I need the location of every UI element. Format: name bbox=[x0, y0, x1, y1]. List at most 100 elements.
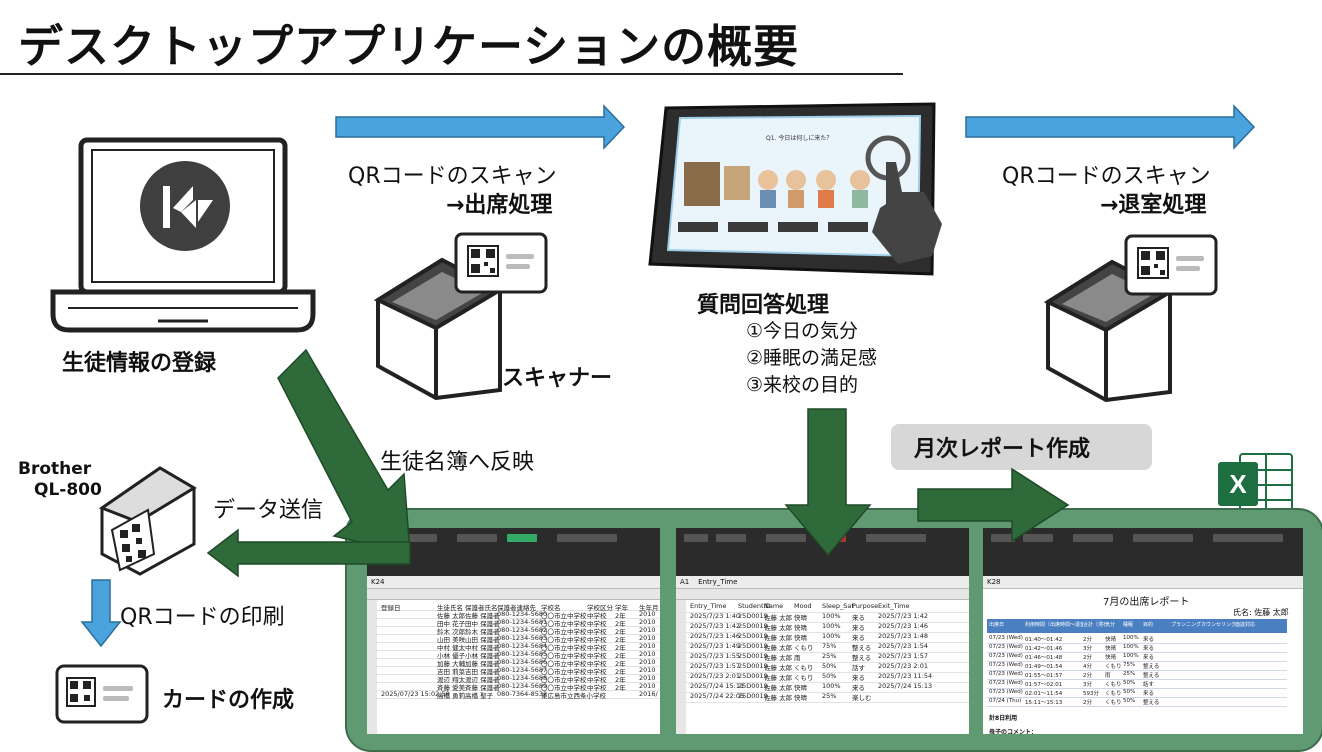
table-cell[interactable]: 2025/7/23 1:42 bbox=[690, 622, 740, 630]
table-cell[interactable]: 2年 bbox=[615, 682, 626, 692]
table-cell[interactable]: 02:01～11:54 bbox=[1025, 689, 1062, 697]
table-cell[interactable]: 2010 bbox=[639, 682, 656, 690]
table-cell[interactable]: 高橋 聖子 bbox=[465, 690, 493, 700]
table-cell[interactable]: 50% bbox=[1123, 698, 1135, 704]
table-cell[interactable]: 快晴 bbox=[794, 692, 807, 702]
table-cell[interactable]: 01:40～01:42 bbox=[1025, 635, 1062, 643]
column-header[interactable]: 睡眠 bbox=[1123, 621, 1143, 628]
column-header[interactable]: 出席日 bbox=[989, 621, 1025, 628]
column-header[interactable]: 登録日 bbox=[381, 602, 401, 612]
table-cell[interactable]: 雨 bbox=[794, 652, 801, 662]
table-cell[interactable]: 50% bbox=[1123, 680, 1135, 686]
table-cell[interactable]: 2025/7/23 2:01 bbox=[690, 672, 740, 680]
table-cell[interactable]: 佐藤 太郎 bbox=[764, 692, 792, 702]
table-cell[interactable]: 整える bbox=[852, 652, 871, 662]
table-cell[interactable]: 来る bbox=[852, 672, 865, 682]
table-cell[interactable]: 来る bbox=[1143, 635, 1154, 643]
column-header[interactable]: カウンセリング bbox=[1201, 621, 1235, 628]
table-cell[interactable]: 07/23 (Wed) bbox=[989, 653, 1023, 659]
table-cell[interactable]: 来る bbox=[1143, 653, 1154, 661]
table-cell[interactable]: 佐藤 太郎 bbox=[764, 632, 792, 642]
table-cell[interactable]: 佐藤 太郎 bbox=[764, 662, 792, 672]
table-cell[interactable]: 2025/7/23 1:40 bbox=[690, 612, 740, 620]
table-cell[interactable]: 100% bbox=[822, 632, 841, 640]
table-cell[interactable]: 快晴 bbox=[794, 682, 807, 692]
table-cell[interactable]: 080-1234-5688 bbox=[497, 674, 547, 682]
table-cell[interactable]: 2分 bbox=[1083, 653, 1092, 661]
table-cell[interactable]: 100% bbox=[822, 612, 841, 620]
table-cell[interactable]: 雨 bbox=[1105, 671, 1111, 679]
table-cell[interactable]: 2010 bbox=[639, 674, 656, 682]
table-cell[interactable]: 話す bbox=[852, 662, 865, 672]
table-cell[interactable]: くもり bbox=[1105, 698, 1122, 706]
table-cell[interactable]: くもり bbox=[794, 662, 814, 672]
table-cell[interactable]: 来る bbox=[852, 622, 865, 632]
table-cell[interactable]: くもり bbox=[1105, 662, 1122, 670]
table-cell[interactable]: 快晴 bbox=[794, 632, 807, 642]
table-cell[interactable]: 01:49～01:54 bbox=[1025, 662, 1062, 670]
table-cell[interactable]: 080-1234-5689 bbox=[497, 682, 547, 690]
table-cell[interactable]: 100% bbox=[822, 622, 841, 630]
table-cell[interactable]: 50% bbox=[822, 672, 836, 680]
table-cell[interactable]: 25% bbox=[822, 692, 836, 700]
table-cell[interactable]: 来る bbox=[1143, 644, 1154, 652]
cell-ref[interactable]: K24 bbox=[371, 578, 385, 586]
table-cell[interactable]: 佐藤 太郎 bbox=[764, 672, 792, 682]
table-cell[interactable]: くもり bbox=[794, 642, 814, 652]
table-cell[interactable]: 2025/7/24 22:05 bbox=[690, 692, 744, 700]
table-cell[interactable]: 2025/7/23 1:46 bbox=[690, 632, 740, 640]
table-cell[interactable]: 2025/7/23 11:54 bbox=[878, 672, 932, 680]
column-header[interactable]: Name bbox=[764, 602, 783, 610]
table-cell[interactable]: 01:57～02:01 bbox=[1025, 680, 1062, 688]
table-cell[interactable]: 2010 bbox=[639, 666, 656, 674]
table-cell[interactable]: くもり bbox=[1105, 680, 1122, 688]
table-cell[interactable]: 2分 bbox=[1083, 671, 1092, 679]
table-cell[interactable]: 080-1234-5686 bbox=[497, 658, 547, 666]
table-cell[interactable]: 佐藤 太郎 bbox=[764, 682, 792, 692]
column-header[interactable]: 気分 bbox=[1105, 621, 1123, 628]
table-cell[interactable]: 2010 bbox=[639, 610, 656, 618]
column-header[interactable]: Exit_Time bbox=[878, 602, 909, 610]
table-cell[interactable]: 快晴 bbox=[1105, 653, 1116, 661]
table-cell[interactable]: 2025/7/23 1:54 bbox=[878, 642, 928, 650]
table-cell[interactable]: 100% bbox=[822, 682, 841, 690]
formula-value[interactable]: Entry_Time bbox=[698, 578, 737, 586]
table-cell[interactable]: 100% bbox=[1123, 653, 1139, 659]
table-cell[interactable]: 75% bbox=[822, 642, 836, 650]
table-cell[interactable]: 3分 bbox=[1083, 680, 1092, 688]
table-cell[interactable]: 2分 bbox=[1083, 635, 1092, 643]
table-cell[interactable]: 07/23 (Wed) bbox=[989, 671, 1023, 677]
column-header[interactable]: 利用時間（出席時間～退室時間） bbox=[1025, 621, 1083, 628]
table-cell[interactable]: くもり bbox=[1105, 689, 1122, 697]
table-cell[interactable]: 100% bbox=[1123, 644, 1139, 650]
column-header[interactable]: 目的 bbox=[1143, 621, 1171, 628]
table-cell[interactable]: 2010 bbox=[639, 626, 656, 634]
table-cell[interactable]: 2025/7/24 15:13 bbox=[878, 682, 932, 690]
table-cell[interactable]: 高橋 勇莉 bbox=[437, 690, 465, 700]
table-cell[interactable]: 2010 bbox=[639, 650, 656, 658]
table-cell[interactable]: 来る bbox=[1143, 689, 1154, 697]
table-cell[interactable]: 080-1234-5682 bbox=[497, 626, 547, 634]
table-cell[interactable]: 佐藤 太郎 bbox=[764, 612, 792, 622]
table-cell[interactable]: 593分 bbox=[1083, 689, 1099, 697]
table-cell[interactable]: 楽しむ bbox=[852, 692, 872, 702]
table-cell[interactable]: 080-1234-5681 bbox=[497, 618, 547, 626]
table-cell[interactable]: 2025/7/23 1:49 bbox=[690, 642, 740, 650]
cell-ref[interactable]: A1 bbox=[680, 578, 689, 586]
table-cell[interactable]: くもり bbox=[794, 672, 814, 682]
table-cell[interactable]: 25% bbox=[1123, 671, 1135, 677]
column-header[interactable]: Sleep_Sat bbox=[822, 602, 854, 610]
table-cell[interactable]: 4分 bbox=[1083, 662, 1092, 670]
table-cell[interactable]: 080-1234-5687 bbox=[497, 666, 547, 674]
table-cell[interactable]: 2010 bbox=[639, 634, 656, 642]
table-cell[interactable]: 佐藤 太郎 bbox=[764, 622, 792, 632]
table-cell[interactable]: 2016/ bbox=[639, 690, 658, 698]
column-header[interactable]: Mood bbox=[794, 602, 812, 610]
table-cell[interactable]: 080-1234-5680 bbox=[497, 610, 547, 618]
table-cell[interactable]: 佐藤 太郎 bbox=[764, 652, 792, 662]
column-header[interactable]: Entry_Time bbox=[690, 602, 726, 610]
table-cell[interactable]: 080-7364-8532 bbox=[497, 690, 547, 698]
table-cell[interactable]: 2025/7/24 15:11 bbox=[690, 682, 744, 690]
table-cell[interactable]: 2010 bbox=[639, 658, 656, 666]
table-cell[interactable]: 01:42～01:46 bbox=[1025, 644, 1062, 652]
